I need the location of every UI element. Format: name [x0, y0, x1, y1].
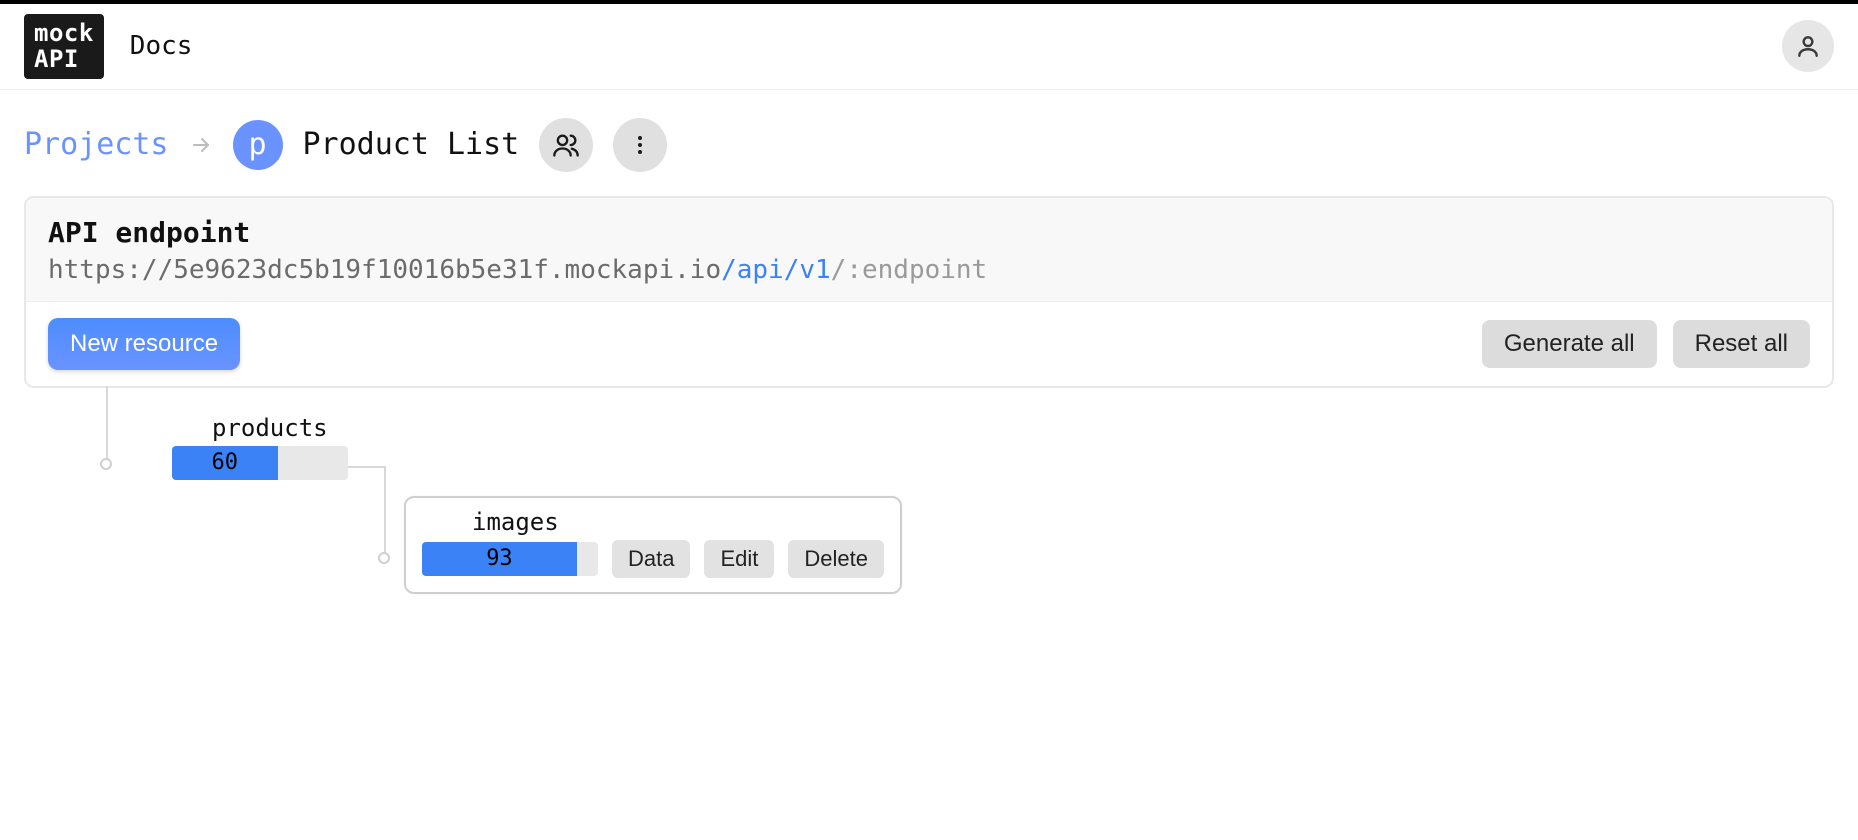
panel-actions: Generate all Reset all [1482, 320, 1810, 368]
users-icon [552, 131, 580, 159]
more-options-button[interactable] [613, 118, 667, 172]
resource-edit-button[interactable]: Edit [704, 540, 774, 578]
resource-label: images [472, 508, 884, 536]
panel-wrap: API endpoint https://5e9623dc5b19f10016b… [0, 196, 1858, 606]
reset-all-button[interactable]: Reset all [1673, 320, 1810, 368]
resource-count-slider[interactable]: 60 [172, 446, 348, 480]
resource-delete-button[interactable]: Delete [788, 540, 884, 578]
api-panel-body: New resource Generate all Reset all [26, 302, 1832, 386]
user-menu-button[interactable] [1782, 20, 1834, 72]
api-endpoint-title: API endpoint [48, 216, 1810, 249]
dots-vertical-icon [628, 133, 652, 157]
resource-row: 93 Data Edit Delete [422, 540, 884, 578]
header-left: mock API Docs [24, 14, 192, 79]
chevron-right-icon [189, 133, 213, 157]
app-header: mock API Docs [0, 4, 1858, 90]
tree-node-dot [378, 552, 390, 564]
api-panel: API endpoint https://5e9623dc5b19f10016b… [24, 196, 1834, 388]
tree-connector [384, 466, 386, 558]
resource-tree: products 60 images 93 Data Edit Delete [74, 386, 1834, 606]
resource-products[interactable]: products 60 [172, 414, 348, 480]
breadcrumb: Projects p Product List [0, 90, 1858, 196]
generate-all-button[interactable]: Generate all [1482, 320, 1657, 368]
resource-count-value: 93 [422, 542, 577, 576]
project-name: Product List [303, 127, 520, 162]
logo-line1: mock [34, 20, 94, 46]
user-icon [1795, 33, 1821, 59]
tree-connector [106, 386, 108, 464]
tree-node-dot [100, 458, 112, 470]
tree-connector [348, 466, 386, 468]
resource-label: products [212, 414, 348, 442]
resource-count-value: 60 [172, 446, 278, 480]
api-panel-head: API endpoint https://5e9623dc5b19f10016b… [26, 198, 1832, 302]
endpoint-base: https://5e9623dc5b19f10016b5e31f.mockapi… [48, 255, 721, 285]
endpoint-path: /api/v1 [721, 255, 831, 285]
endpoint-suffix: /:endpoint [831, 255, 988, 285]
app-logo[interactable]: mock API [24, 14, 104, 79]
new-resource-button[interactable]: New resource [48, 318, 240, 370]
breadcrumb-root-link[interactable]: Projects [24, 127, 169, 162]
resource-data-button[interactable]: Data [612, 540, 690, 578]
api-endpoint-url[interactable]: https://5e9623dc5b19f10016b5e31f.mockapi… [48, 255, 1810, 285]
docs-link[interactable]: Docs [130, 31, 193, 61]
logo-line2: API [34, 46, 94, 72]
resource-images[interactable]: images 93 Data Edit Delete [404, 496, 902, 594]
resource-count-slider[interactable]: 93 [422, 542, 598, 576]
collaborators-button[interactable] [539, 118, 593, 172]
project-badge: p [233, 120, 283, 170]
